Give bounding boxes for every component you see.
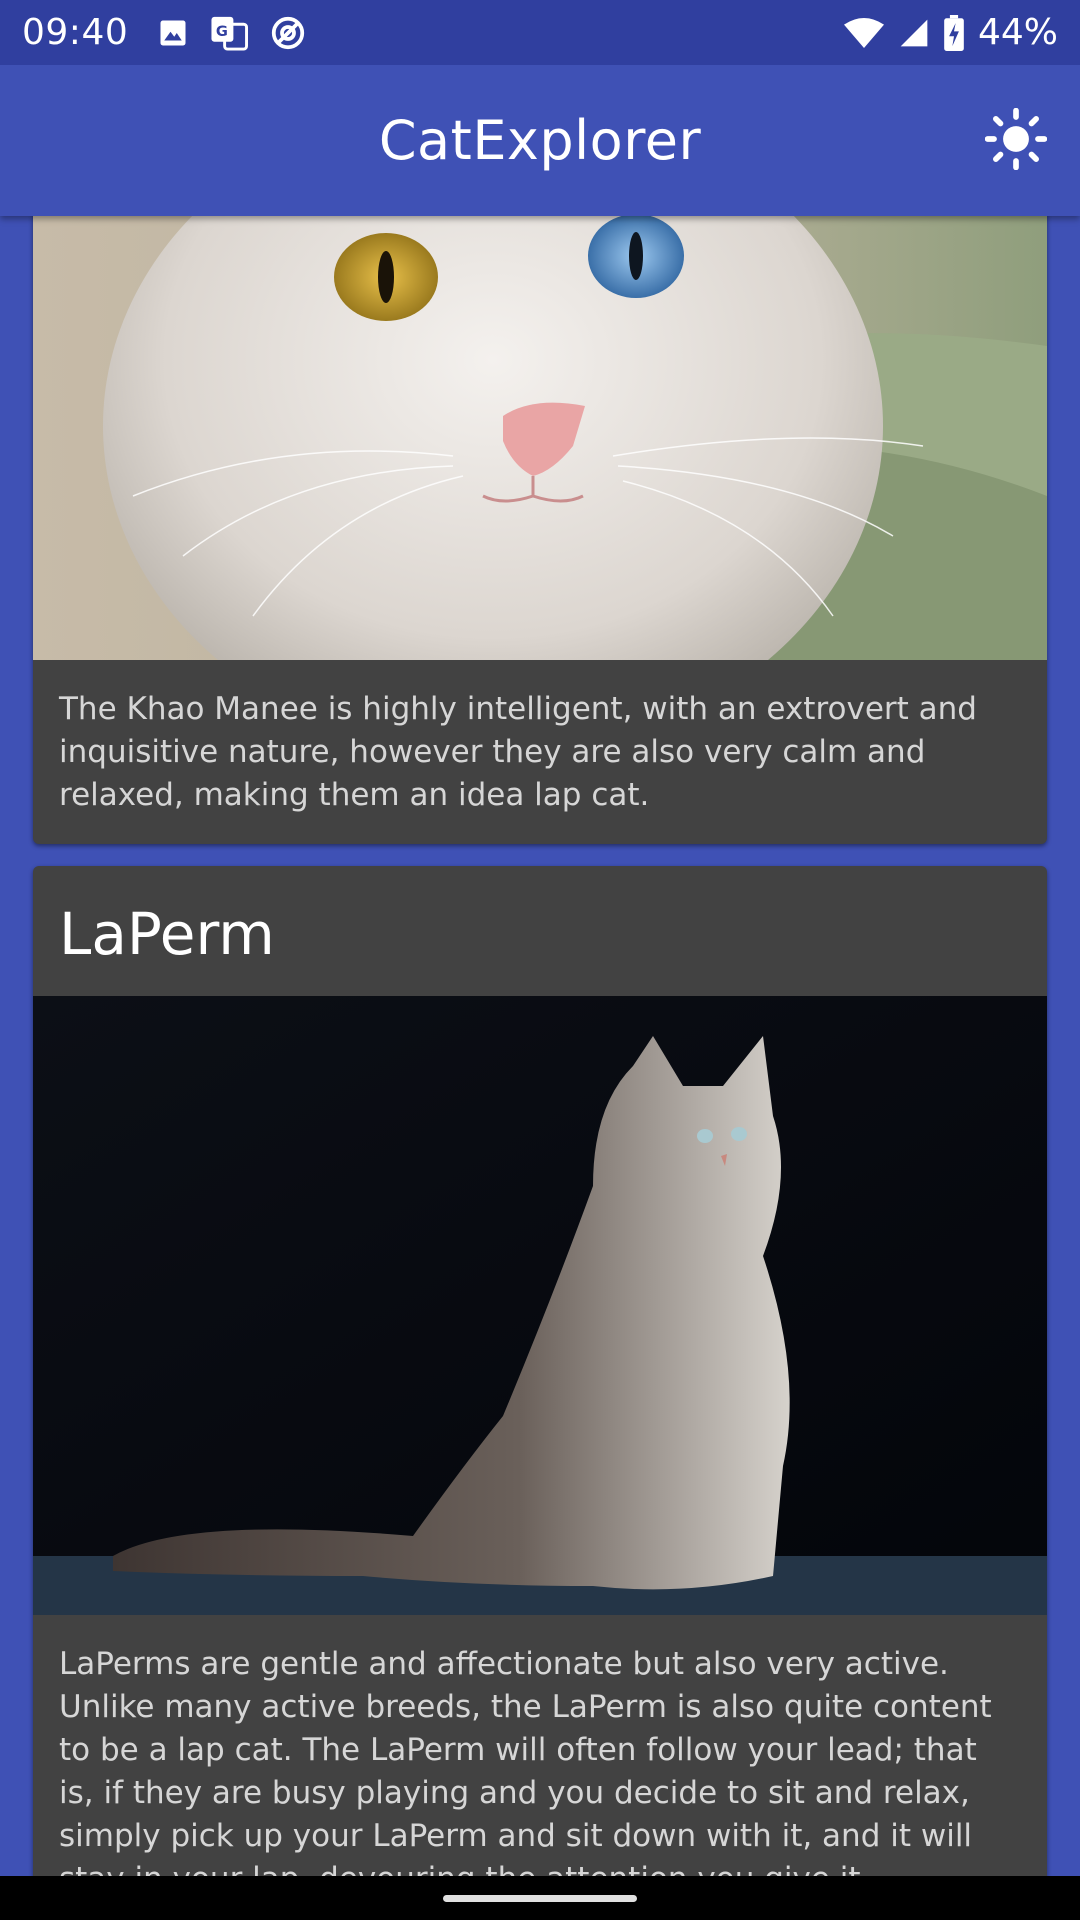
- laperm-photo: [33, 996, 1047, 1615]
- app-title: CatExplorer: [378, 109, 702, 172]
- status-time: 09:40: [22, 12, 129, 53]
- svg-text:G: G: [216, 22, 228, 39]
- image-icon: [158, 18, 188, 48]
- breed-card-laperm[interactable]: LaPerm LaPerms are gentle and affectiona…: [33, 866, 1047, 1876]
- breed-card-khao-manee[interactable]: The Khao Manee is highly intelligent, wi…: [33, 216, 1047, 844]
- system-icons: 44%: [843, 12, 1058, 53]
- signal-icon: [898, 17, 930, 49]
- breed-description: The Khao Manee is highly intelligent, wi…: [59, 691, 977, 813]
- breed-list[interactable]: The Khao Manee is highly intelligent, wi…: [0, 216, 1080, 1876]
- breed-title: LaPerm: [59, 900, 275, 968]
- app-bar: CatExplorer: [0, 65, 1080, 216]
- notification-icons: G: [158, 15, 306, 51]
- navigation-bar: [0, 1876, 1080, 1920]
- battery-percent: 44%: [977, 12, 1058, 53]
- wifi-icon: [843, 17, 884, 49]
- translate-icon: G: [210, 15, 249, 51]
- theme-toggle-button[interactable]: [984, 107, 1048, 174]
- khao-manee-photo: [33, 216, 1047, 660]
- status-bar: 09:40 G 44%: [0, 0, 1080, 65]
- breed-description: LaPerms are gentle and affectionate but …: [59, 1646, 992, 1876]
- home-gesture-handle[interactable]: [443, 1894, 637, 1902]
- sun-icon: [984, 107, 1048, 174]
- at-sign-icon: [270, 15, 306, 51]
- battery-charging-icon: [944, 14, 964, 51]
